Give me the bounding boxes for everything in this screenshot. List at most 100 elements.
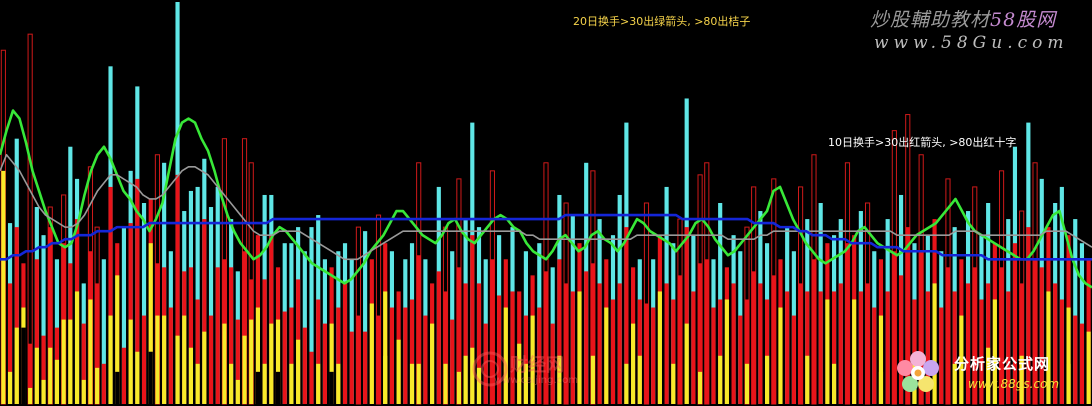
bar-54-segment-1	[363, 331, 368, 404]
bar-8-segment-2	[54, 359, 60, 404]
bar-120-segment-2	[805, 355, 810, 404]
bar-100-segment-2	[671, 363, 676, 404]
bar-64-segment-1	[430, 323, 435, 404]
bar-58-segment-1	[389, 307, 394, 404]
bar-52-segment-1	[349, 331, 354, 404]
bar-5-segment-2	[34, 347, 39, 404]
bar-9-segment-2	[61, 319, 66, 404]
bar-56-segment-1	[376, 315, 381, 404]
red-arrow-annotation: 10日换手>30出红箭头, >80出红十字	[828, 136, 1017, 149]
bar-106-segment-1	[711, 307, 716, 404]
bar-39-segment-2	[262, 363, 267, 404]
logo-title: 分析家公式网	[954, 355, 1051, 373]
bar-60-segment-1	[403, 307, 408, 404]
bar-28-segment-2	[188, 347, 194, 404]
brand-watermark-highlight: 58股网	[990, 9, 1057, 31]
brand-url-watermark: www.58Gu.com	[874, 33, 1069, 53]
bar-6-segment-2	[41, 379, 46, 404]
bar-67-segment-1	[450, 319, 455, 404]
stamp-url: www.caijing.com	[494, 375, 578, 386]
bar-31-segment-1	[208, 315, 214, 404]
green-arrow-annotation: 20日换手>30出绿箭头, >80出桔子	[573, 15, 751, 28]
bar-55-segment-1	[369, 303, 374, 404]
bar-4-segment-2	[28, 387, 33, 404]
bar-110-segment-1	[738, 315, 743, 404]
bar-119-segment-1	[798, 283, 803, 404]
bar-111-segment-2	[744, 363, 750, 404]
bar-107-segment-2	[718, 355, 723, 404]
bar-128-segment-1	[858, 291, 863, 404]
bar-68-segment-2	[456, 371, 461, 404]
bar-0-segment-2	[1, 170, 6, 404]
flower-logo-icon	[897, 351, 939, 392]
bar-104-segment-2	[698, 371, 703, 404]
bar-16-segment-2	[108, 315, 113, 404]
bar-121-segment-1	[811, 259, 817, 404]
bar-125-segment-1	[838, 283, 843, 404]
bar-7-segment-2	[48, 347, 53, 404]
bar-11-segment-2	[74, 291, 80, 404]
bar-15-segment-1	[101, 363, 106, 404]
bar-93-segment-2	[624, 363, 629, 404]
bar-3-segment-2	[21, 327, 26, 404]
bar-131-segment-2	[878, 371, 884, 404]
bar-41-segment-2	[275, 371, 281, 404]
bar-17-segment-2	[115, 371, 120, 404]
bar-97-segment-1	[651, 307, 656, 404]
bar-23-segment-2	[155, 315, 160, 404]
bar-13-segment-2	[88, 299, 93, 404]
bar-98-segment-1	[657, 291, 662, 404]
bar-117-segment-1	[785, 291, 790, 404]
bar-24-segment-2	[162, 315, 167, 404]
bar-57-segment-2	[383, 355, 388, 404]
bar-63-segment-1	[423, 315, 428, 404]
bar-38-segment-2	[255, 371, 260, 404]
bar-69-segment-2	[463, 355, 468, 404]
bar-113-segment-1	[758, 283, 763, 404]
bar-112-segment-1	[751, 271, 756, 404]
bar-1-segment-2	[7, 371, 13, 404]
bar-2-segment-2	[14, 327, 19, 404]
bar-34-segment-2	[229, 363, 234, 404]
bar-27-segment-2	[182, 315, 187, 404]
bar-51-segment-1	[342, 283, 348, 404]
bar-49-segment-2	[329, 371, 334, 404]
bar-122-segment-1	[818, 291, 823, 404]
bar-40-segment-2	[269, 323, 274, 404]
bar-26-segment-2	[175, 335, 180, 404]
bar-65-segment-1	[436, 271, 441, 404]
bar-20-segment-2	[135, 351, 140, 404]
bar-12-segment-2	[81, 379, 86, 404]
bar-130-segment-1	[872, 307, 877, 404]
bar-14-segment-2	[95, 367, 100, 404]
bar-127-segment-1	[852, 299, 857, 404]
bar-95-segment-2	[637, 355, 642, 404]
bar-99-segment-1	[664, 283, 669, 404]
bar-115-segment-1	[771, 275, 776, 404]
bar-19-segment-2	[128, 319, 133, 404]
bar-36-segment-2	[242, 335, 247, 404]
bar-43-segment-2	[289, 363, 294, 404]
bar-30-segment-2	[202, 331, 207, 404]
bar-118-segment-1	[791, 315, 796, 404]
bar-123-segment-1	[825, 299, 830, 404]
bar-32-segment-1	[215, 267, 220, 404]
bar-105-segment-1	[704, 259, 709, 404]
bar-47-segment-2	[316, 363, 321, 404]
bar-116-segment-1	[778, 307, 783, 404]
bar-50-segment-2	[336, 363, 341, 404]
bar-37-segment-2	[249, 319, 254, 404]
bar-114-segment-2	[765, 355, 770, 404]
bar-21-segment-1	[141, 315, 147, 404]
center-stamp-watermark: 财经网 www.caijing.com	[470, 345, 620, 395]
brand-watermark: 炒股輔助教材58股网	[870, 5, 1056, 32]
bar-62-segment-2	[416, 363, 421, 404]
bar-10-segment-2	[68, 319, 73, 404]
bar-102-segment-2	[684, 323, 689, 404]
bar-48-segment-1	[322, 323, 327, 404]
bar-29-segment-2	[195, 363, 200, 404]
bar-46-segment-1	[309, 351, 314, 404]
bar-35-segment-2	[235, 379, 240, 404]
logo-url: www.88gs.com	[968, 377, 1060, 391]
bar-45-segment-1	[302, 327, 307, 404]
